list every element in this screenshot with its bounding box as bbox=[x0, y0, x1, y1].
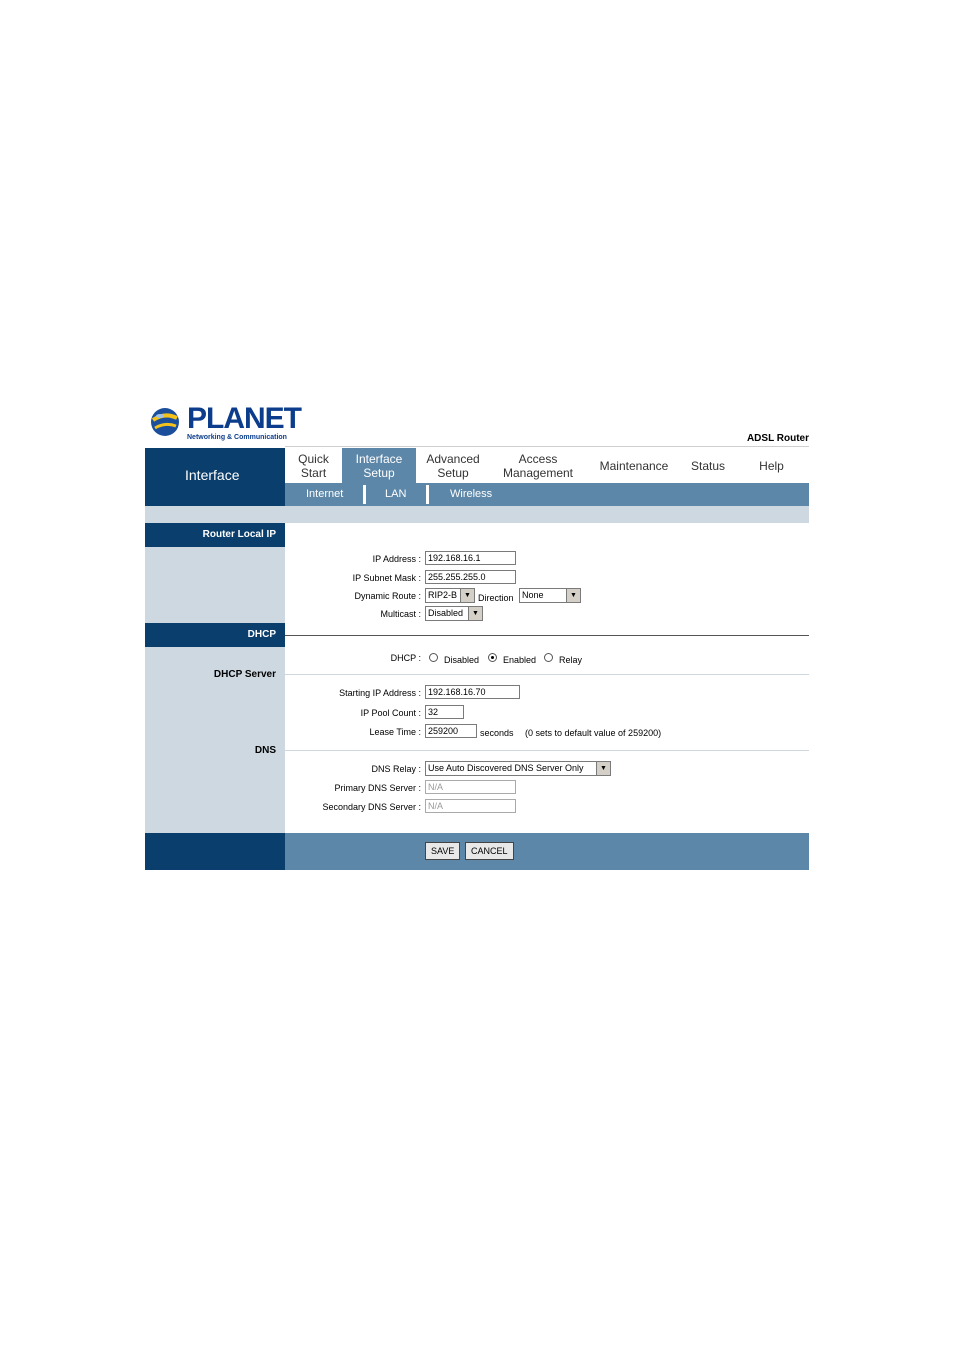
tab-help[interactable]: Help bbox=[734, 448, 809, 483]
main-nav: Quick Start Interface Setup Advanced Set… bbox=[285, 448, 809, 483]
subtab-wireless[interactable]: Wireless bbox=[450, 488, 492, 500]
dns-relay-select[interactable]: Use Auto Discovered DNS Server Only ▼ bbox=[425, 761, 611, 776]
dhcp-disabled-label: Disabled bbox=[444, 655, 480, 665]
subtab-lan[interactable]: LAN bbox=[385, 488, 406, 500]
save-button[interactable]: SAVE bbox=[425, 842, 461, 860]
dns-divider bbox=[285, 750, 809, 751]
starting-ip-label: Starting IP Address : bbox=[339, 688, 421, 698]
chevron-down-icon: ▼ bbox=[596, 762, 610, 775]
tab-maintenance[interactable]: Maintenance bbox=[586, 448, 682, 483]
dhcp-relay-label: Relay bbox=[559, 655, 583, 665]
lease-time-unit: seconds bbox=[480, 728, 514, 738]
tab-quick-start[interactable]: Quick Start bbox=[285, 448, 342, 483]
lease-time-input[interactable] bbox=[425, 724, 477, 738]
dhcp-disabled-radio[interactable] bbox=[429, 653, 438, 662]
subtab-internet[interactable]: Internet bbox=[306, 488, 343, 500]
subtab-separator bbox=[363, 485, 366, 504]
secondary-dns-label: Secondary DNS Server : bbox=[322, 802, 421, 812]
header-divider bbox=[285, 446, 809, 447]
spacer-bar bbox=[145, 506, 809, 523]
dhcp-relay-radio[interactable] bbox=[544, 653, 553, 662]
multicast-label: Multicast : bbox=[380, 609, 421, 619]
dns-relay-label: DNS Relay : bbox=[371, 764, 421, 774]
ip-address-input[interactable] bbox=[425, 551, 516, 565]
secondary-dns-input[interactable] bbox=[425, 799, 516, 813]
dhcp-server-divider bbox=[285, 674, 809, 675]
tab-advanced-setup[interactable]: Advanced Setup bbox=[416, 448, 490, 483]
lease-time-note: (0 sets to default value of 259200) bbox=[525, 728, 662, 738]
tab-status[interactable]: Status bbox=[682, 448, 734, 483]
starting-ip-input[interactable] bbox=[425, 685, 520, 699]
footer-actions: SAVE CANCEL bbox=[285, 833, 809, 870]
subnet-mask-label: IP Subnet Mask : bbox=[352, 573, 421, 583]
multicast-select[interactable]: Disabled ▼ bbox=[425, 606, 483, 621]
cancel-button[interactable]: CANCEL bbox=[465, 842, 514, 860]
dhcp-divider bbox=[285, 635, 809, 636]
footer-left bbox=[145, 833, 285, 870]
subnet-mask-input[interactable] bbox=[425, 570, 516, 584]
dhcp-server-label: DHCP Server bbox=[213, 669, 276, 680]
direction-select[interactable]: None ▼ bbox=[519, 588, 581, 603]
lease-time-label: Lease Time : bbox=[369, 727, 421, 737]
dhcp-enabled-label: Enabled bbox=[503, 655, 537, 665]
direction-label: Direction bbox=[478, 593, 514, 603]
dynamic-route-label: Dynamic Route : bbox=[354, 591, 421, 601]
primary-dns-input[interactable] bbox=[425, 780, 516, 794]
ip-address-label: IP Address : bbox=[372, 554, 421, 564]
dhcp-enabled-radio[interactable] bbox=[488, 653, 497, 662]
ip-pool-count-input[interactable] bbox=[425, 705, 464, 719]
router-admin-page: PLANET Networking & Communication ADSL R… bbox=[145, 398, 809, 870]
ip-pool-count-label: IP Pool Count : bbox=[360, 708, 421, 718]
router-local-ip-header: Router Local IP bbox=[145, 523, 285, 547]
section-title: Interface bbox=[185, 467, 240, 483]
dhcp-mode-label: DHCP : bbox=[390, 653, 421, 663]
brand-tagline: Networking & Communication bbox=[187, 434, 287, 441]
brand-name: PLANET bbox=[187, 402, 302, 435]
subtab-separator bbox=[426, 485, 429, 504]
dhcp-header: DHCP bbox=[145, 623, 285, 647]
planet-logo: PLANET Networking & Communication bbox=[149, 402, 302, 444]
dns-label: DNS bbox=[254, 745, 276, 756]
sub-nav: Internet LAN Wireless bbox=[285, 483, 809, 506]
product-name: ADSL Router bbox=[746, 433, 809, 444]
chevron-down-icon: ▼ bbox=[468, 607, 482, 620]
chevron-down-icon: ▼ bbox=[460, 589, 474, 602]
tab-access-management[interactable]: Access Management bbox=[490, 448, 586, 483]
chevron-down-icon: ▼ bbox=[566, 589, 580, 602]
tab-interface-setup[interactable]: Interface Setup bbox=[342, 448, 416, 483]
dynamic-route-select[interactable]: RIP2-B ▼ bbox=[425, 588, 475, 603]
primary-dns-label: Primary DNS Server : bbox=[334, 783, 421, 793]
globe-icon bbox=[151, 408, 179, 436]
section-title-panel: Interface bbox=[145, 448, 285, 506]
